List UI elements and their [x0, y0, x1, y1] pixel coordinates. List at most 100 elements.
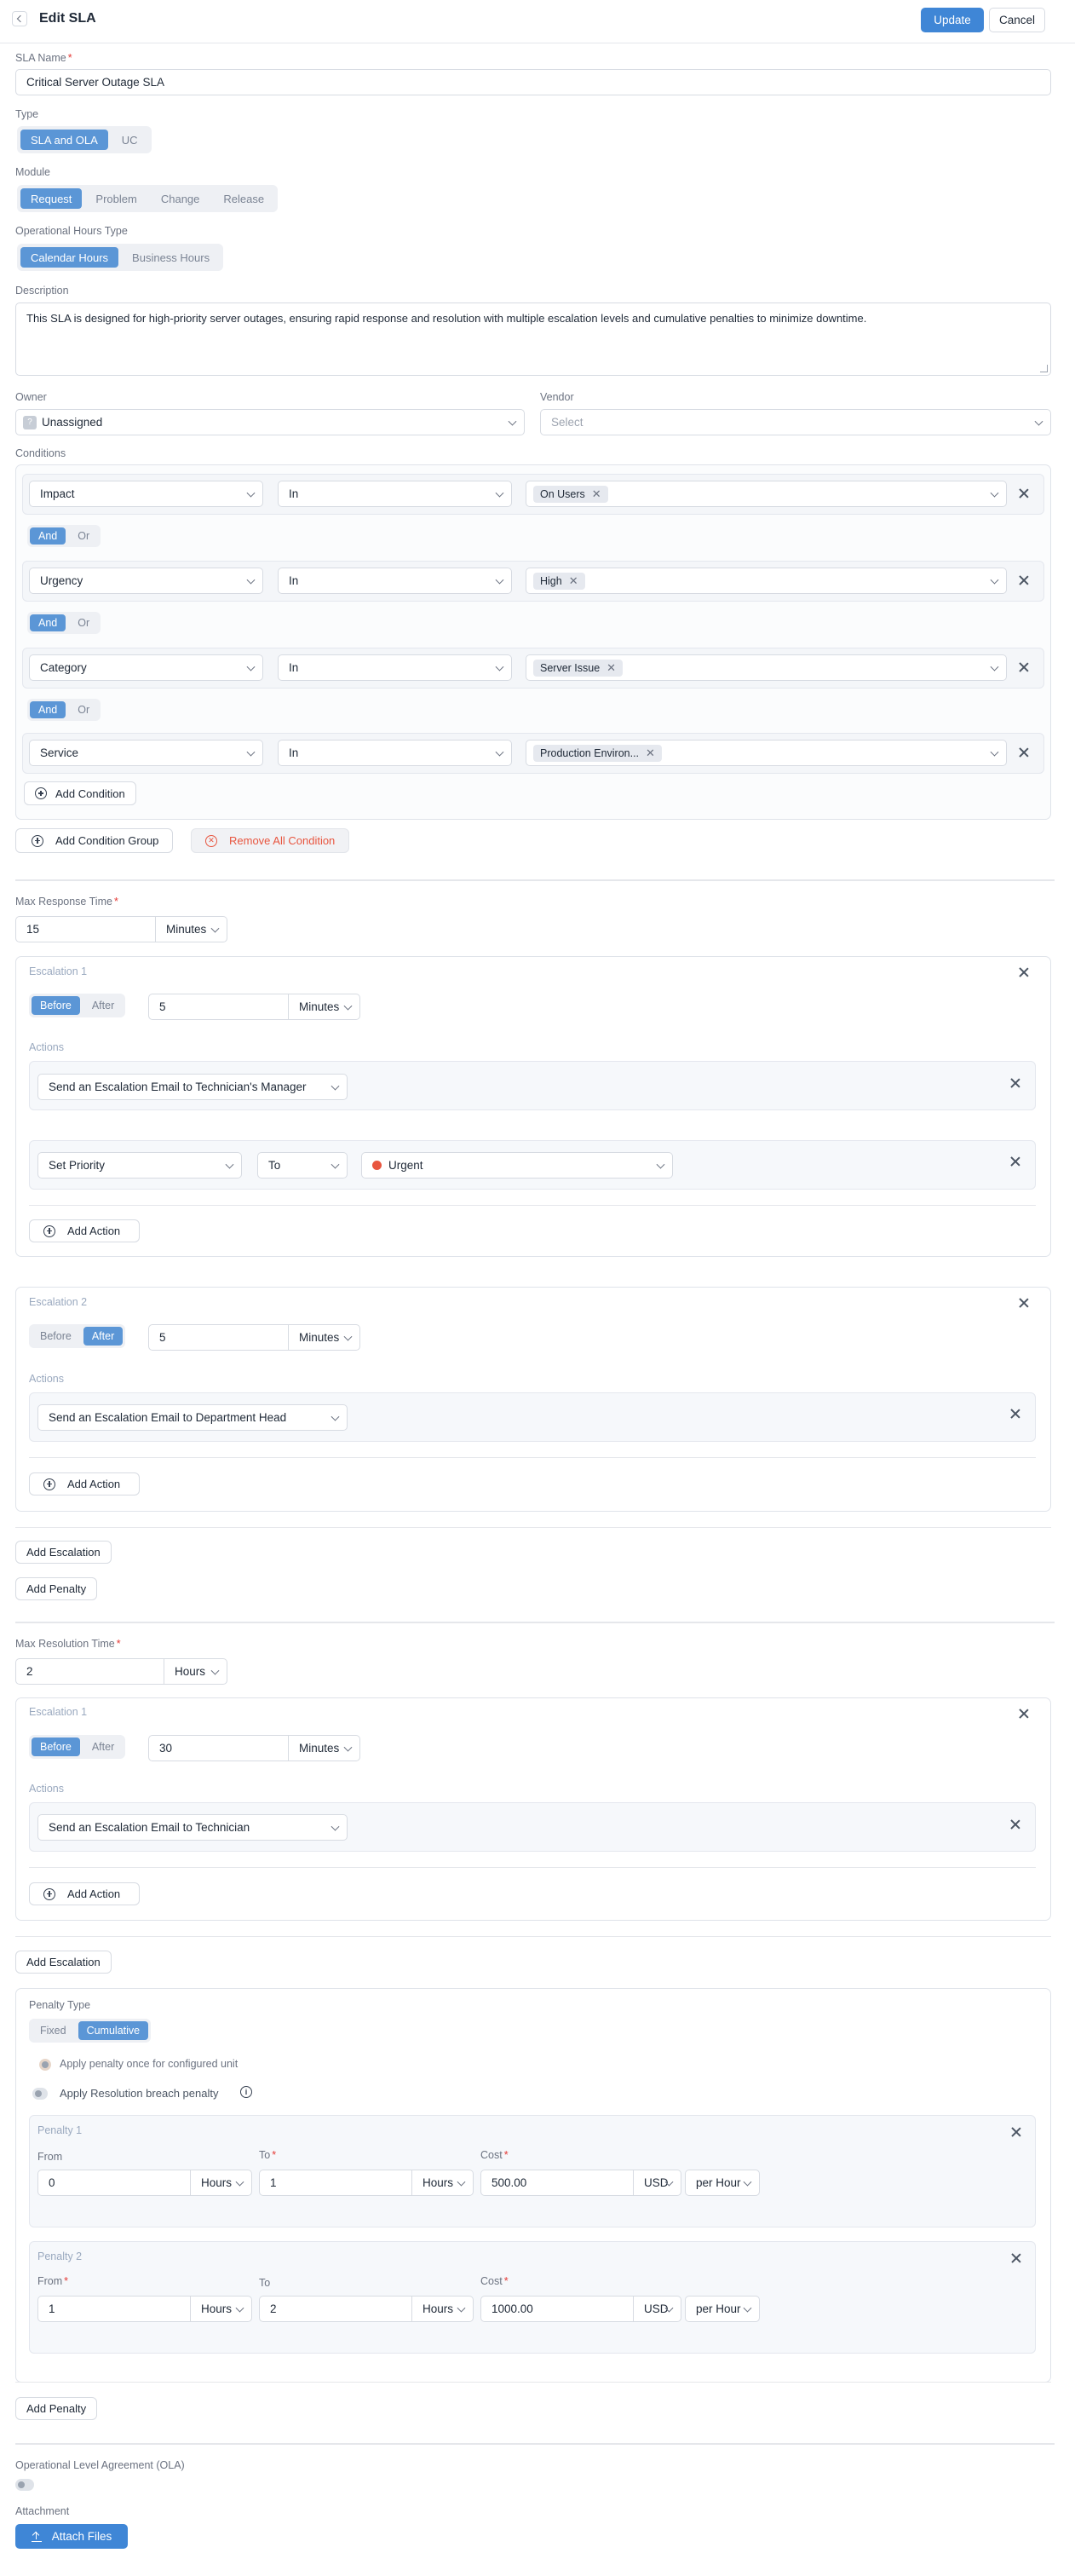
remove-action-icon[interactable]	[1009, 1818, 1021, 1830]
resolution-breach-radio[interactable]	[32, 2088, 48, 2100]
condition-operator-select[interactable]: In	[278, 481, 512, 507]
and-option[interactable]: And	[30, 527, 66, 545]
add-action-button[interactable]: Add Action	[29, 1219, 141, 1242]
per-unit-select[interactable]: per Hour	[685, 2170, 760, 2196]
remove-condition-icon[interactable]	[1018, 661, 1030, 673]
cost-input[interactable]: 1000.00	[480, 2296, 634, 2322]
or-option[interactable]: Or	[69, 614, 98, 631]
to-input[interactable]: 1	[259, 2170, 412, 2196]
condition-value-select[interactable]: High ✕	[526, 568, 1007, 594]
condition-operator-select[interactable]: In	[278, 654, 512, 681]
resolution-value-input[interactable]: 2	[15, 1658, 164, 1685]
escalation-unit-select[interactable]: Minutes	[289, 1324, 360, 1351]
before-option[interactable]: Before	[32, 996, 80, 1015]
action-select[interactable]: Send an Escalation Email to Technician's…	[37, 1074, 348, 1100]
currency-select[interactable]: USD	[634, 2296, 681, 2322]
remove-action-icon[interactable]	[1009, 1155, 1021, 1167]
escalation-value-input[interactable]: 5	[148, 1324, 289, 1351]
remove-condition-icon[interactable]	[1018, 746, 1030, 758]
escalation-value-input[interactable]: 30	[148, 1735, 289, 1761]
owner-select[interactable]: ? Unassigned	[15, 409, 525, 435]
add-condition-group-button[interactable]: Add Condition Group	[15, 828, 174, 853]
add-penalty-button[interactable]: Add Penalty	[15, 2397, 98, 2420]
condition-operator-select[interactable]: In	[278, 740, 512, 766]
update-button[interactable]: Update	[921, 8, 984, 32]
tag-remove-icon[interactable]: ✕	[592, 487, 601, 501]
add-escalation-button[interactable]: Add Escalation	[15, 1951, 112, 1974]
after-option[interactable]: After	[83, 996, 123, 1015]
after-option[interactable]: After	[83, 1738, 123, 1756]
before-option[interactable]: Before	[32, 1327, 80, 1346]
ola-toggle[interactable]	[15, 2479, 34, 2491]
and-option[interactable]: And	[30, 701, 66, 718]
tag-remove-icon[interactable]: ✕	[569, 574, 578, 588]
condition-value-select[interactable]: On Users ✕	[526, 481, 1007, 507]
or-option[interactable]: Or	[69, 527, 98, 545]
resize-handle-icon[interactable]	[1040, 365, 1048, 372]
resolution-unit-select[interactable]: Hours	[164, 1658, 227, 1685]
close-penalty-icon[interactable]	[1010, 2252, 1022, 2264]
from-unit-select[interactable]: Hours	[191, 2170, 252, 2196]
sla-name-input[interactable]: Critical Server Outage SLA	[15, 69, 1051, 95]
info-icon[interactable]: i	[240, 2086, 252, 2098]
cost-input[interactable]: 500.00	[480, 2170, 634, 2196]
close-escalation-icon[interactable]	[1018, 966, 1030, 978]
module-release[interactable]: Release	[213, 188, 274, 209]
tag-remove-icon[interactable]: ✕	[606, 661, 616, 675]
penalty-fixed-option[interactable]: Fixed	[32, 2021, 75, 2040]
escalation-unit-select[interactable]: Minutes	[289, 1735, 360, 1761]
action-operator-select[interactable]: To	[257, 1152, 348, 1179]
to-unit-select[interactable]: Hours	[412, 2170, 474, 2196]
per-unit-select[interactable]: per Hour	[685, 2296, 760, 2322]
condition-operator-select[interactable]: In	[278, 568, 512, 594]
hours-calendar[interactable]: Calendar Hours	[20, 247, 119, 268]
after-option[interactable]: After	[83, 1327, 124, 1346]
add-action-button[interactable]: Add Action	[29, 1882, 141, 1905]
add-penalty-button[interactable]: Add Penalty	[15, 1577, 98, 1600]
to-unit-select[interactable]: Hours	[412, 2296, 474, 2322]
close-escalation-icon[interactable]	[1018, 1297, 1030, 1309]
escalation-value-input[interactable]: 5	[148, 994, 289, 1020]
response-unit-select[interactable]: Minutes	[156, 916, 227, 942]
remove-all-condition-button[interactable]: ✕ Remove All Condition	[191, 828, 350, 853]
action-select[interactable]: Send an Escalation Email to Department H…	[37, 1404, 348, 1431]
condition-value-select[interactable]: Server Issue ✕	[526, 654, 1007, 681]
to-input[interactable]: 2	[259, 2296, 412, 2322]
from-unit-select[interactable]: Hours	[191, 2296, 252, 2322]
condition-value-select[interactable]: Production Environ... ✕	[526, 740, 1007, 766]
remove-condition-icon[interactable]	[1018, 487, 1030, 499]
action-select[interactable]: Send an Escalation Email to Technician	[37, 1814, 348, 1841]
and-option[interactable]: And	[30, 614, 66, 631]
action-value-select[interactable]: Urgent	[361, 1152, 673, 1179]
add-escalation-button[interactable]: Add Escalation	[15, 1541, 112, 1564]
description-textarea[interactable]: This SLA is designed for high-priority s…	[15, 303, 1051, 376]
type-sla-ola[interactable]: SLA and OLA	[20, 130, 108, 150]
condition-field-select[interactable]: Category	[29, 654, 263, 681]
penalty-cumulative-option[interactable]: Cumulative	[78, 2021, 149, 2040]
from-input[interactable]: 0	[37, 2170, 191, 2196]
condition-field-select[interactable]: Service	[29, 740, 263, 766]
vendor-select[interactable]: Select	[540, 409, 1051, 435]
condition-field-select[interactable]: Impact	[29, 481, 263, 507]
response-value-input[interactable]: 15	[15, 916, 156, 942]
remove-condition-icon[interactable]	[1018, 574, 1030, 586]
close-penalty-icon[interactable]	[1010, 2126, 1022, 2138]
escalation-unit-select[interactable]: Minutes	[289, 994, 360, 1020]
currency-select[interactable]: USD	[634, 2170, 681, 2196]
back-button[interactable]	[12, 11, 27, 26]
condition-field-select[interactable]: Urgency	[29, 568, 263, 594]
module-request[interactable]: Request	[20, 188, 83, 209]
add-condition-button[interactable]: Add Condition	[24, 781, 136, 805]
type-uc[interactable]: UC	[112, 130, 148, 150]
hours-business[interactable]: Business Hours	[122, 247, 220, 268]
before-option[interactable]: Before	[32, 1738, 80, 1756]
remove-action-icon[interactable]	[1009, 1077, 1021, 1089]
attach-files-button[interactable]: Attach Files	[15, 2524, 128, 2549]
action-field-select[interactable]: Set Priority	[37, 1152, 242, 1179]
penalty-once-radio[interactable]	[39, 2059, 51, 2071]
tag-remove-icon[interactable]: ✕	[646, 746, 655, 760]
cancel-button[interactable]: Cancel	[989, 8, 1045, 32]
or-option[interactable]: Or	[69, 701, 98, 718]
from-input[interactable]: 1	[37, 2296, 191, 2322]
module-change[interactable]: Change	[151, 188, 210, 209]
